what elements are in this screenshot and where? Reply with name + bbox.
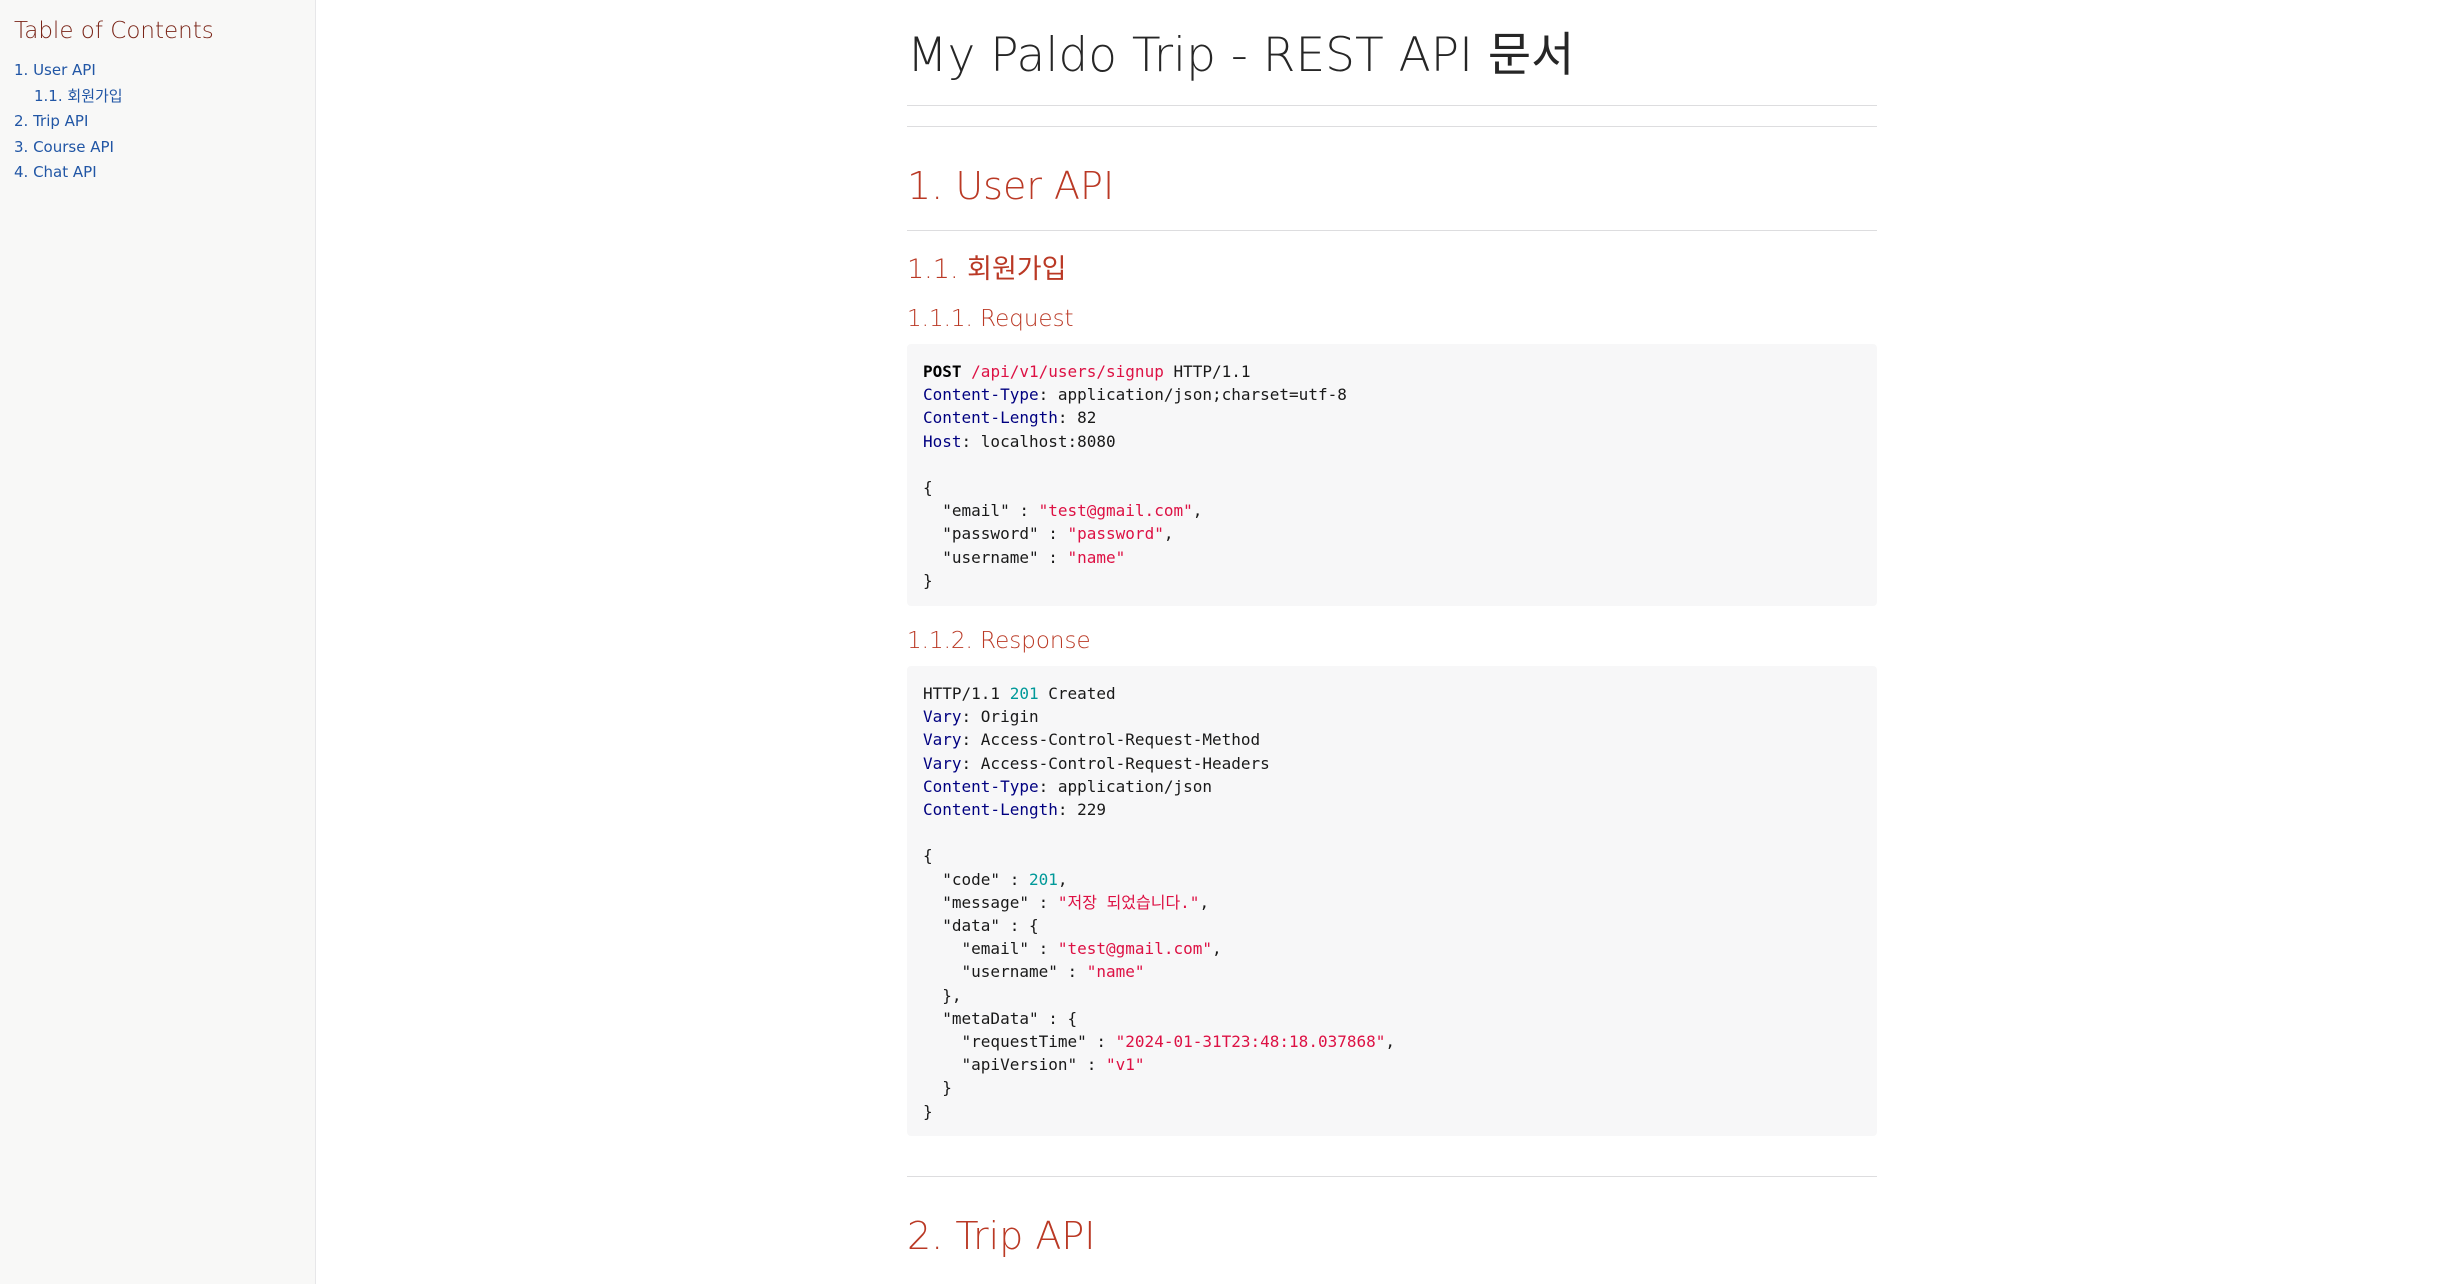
json-key: "email" : — [923, 939, 1058, 959]
header-name: Vary — [923, 707, 962, 727]
header-name: Content-Length — [923, 800, 1058, 820]
document-content: My Paldo Trip - REST API 문서 1. User API … — [907, 0, 1877, 1261]
json-brace: { — [923, 846, 933, 866]
toc-link-user-api[interactable]: 1. User API — [14, 61, 96, 79]
subsection-heading-signup: 1.1. 회원가입 — [907, 254, 1067, 285]
toc-link-chat-api[interactable]: 4. Chat API — [14, 163, 97, 181]
json-brace: } — [923, 570, 933, 590]
json-key: "username" : — [923, 547, 1068, 567]
header-value: : Access-Control-Request-Method — [961, 730, 1261, 750]
section-divider — [907, 230, 1877, 231]
section-divider — [907, 1176, 1877, 1177]
request-code-block: POST /api/v1/users/signup HTTP/1.1 Conte… — [907, 344, 1877, 606]
json-brace: } — [923, 1078, 952, 1098]
toc-link-course-api[interactable]: 3. Course API — [14, 138, 114, 156]
json-key: "message" : — [923, 892, 1058, 912]
header-value: : localhost:8080 — [961, 431, 1116, 451]
json-value: "test@gmail.com" — [1057, 939, 1212, 959]
toc-list: 1. User API 1.1. 회원가입 2. Trip API 3. Cou… — [14, 58, 315, 186]
toc-title: Table of Contents — [14, 18, 214, 44]
json-value: "test@gmail.com" — [1038, 501, 1193, 521]
page-title: My Paldo Trip - REST API 문서 — [907, 0, 1877, 106]
json-value: "저장 되었습니다." — [1057, 892, 1200, 912]
section-heading-trip-api: 2. Trip API — [907, 1214, 1096, 1258]
toc-item: 1. User API — [14, 58, 315, 84]
json-key: "email" : — [923, 501, 1039, 521]
json-value: "2024-01-31T23:48:18.037868" — [1115, 1032, 1386, 1052]
json-key: "metaData" : { — [923, 1008, 1078, 1028]
request-path: /api/v1/users/signup — [971, 362, 1164, 381]
json-value: "name" — [1086, 962, 1145, 982]
header-name: Vary — [923, 730, 962, 750]
request-protocol: HTTP/1.1 — [1163, 362, 1251, 381]
status-code: 201 — [1009, 684, 1039, 703]
response-code-block: HTTP/1.1 201 Created Vary: Origin Vary: … — [907, 666, 1877, 1136]
header-name: Content-Length — [923, 408, 1058, 428]
json-brace: { — [923, 478, 933, 498]
json-key: "data" : { — [923, 916, 1039, 936]
table-of-contents: Table of Contents 1. User API 1.1. 회원가입 … — [0, 0, 316, 1284]
header-name: Host — [923, 431, 962, 451]
header-name: Vary — [923, 753, 962, 773]
toc-item: 3. Course API — [14, 135, 315, 161]
response-heading: 1.1.2. Response — [907, 628, 1091, 654]
section-heading-user-api: 1. User API — [907, 164, 1115, 208]
toc-link-signup[interactable]: 1.1. 회원가입 — [34, 87, 123, 105]
json-value: "v1" — [1106, 1055, 1145, 1075]
header-value: : application/json — [1038, 776, 1212, 796]
json-value: "password" — [1067, 524, 1164, 544]
header-name: Content-Type — [923, 776, 1039, 796]
toc-item: 1.1. 회원가입 — [14, 84, 315, 110]
json-brace: }, — [923, 985, 962, 1005]
response-protocol: HTTP/1.1 — [923, 684, 1010, 703]
toc-item: 2. Trip API — [14, 109, 315, 135]
json-key: "username" : — [923, 962, 1087, 982]
header-value: : 229 — [1057, 800, 1107, 820]
json-key: "code" : — [923, 869, 1029, 889]
json-key: "password" : — [923, 524, 1068, 544]
toc-item: 4. Chat API — [14, 160, 315, 186]
header-value: : 82 — [1057, 408, 1097, 428]
json-value: "name" — [1067, 547, 1126, 567]
json-key: "apiVersion" : — [923, 1055, 1107, 1075]
request-heading: 1.1.1. Request — [907, 306, 1074, 332]
json-value: 201 — [1028, 869, 1058, 889]
header-name: Content-Type — [923, 385, 1039, 405]
toc-link-trip-api[interactable]: 2. Trip API — [14, 112, 88, 130]
header-value: : Origin — [961, 707, 1039, 727]
divider — [907, 126, 1877, 127]
json-key: "requestTime" : — [923, 1032, 1116, 1052]
header-value: : application/json;charset=utf-8 — [1038, 385, 1347, 405]
status-text: Created — [1038, 684, 1116, 703]
json-brace: } — [923, 1101, 933, 1121]
header-value: : Access-Control-Request-Headers — [961, 753, 1270, 773]
http-method: POST — [923, 362, 962, 381]
